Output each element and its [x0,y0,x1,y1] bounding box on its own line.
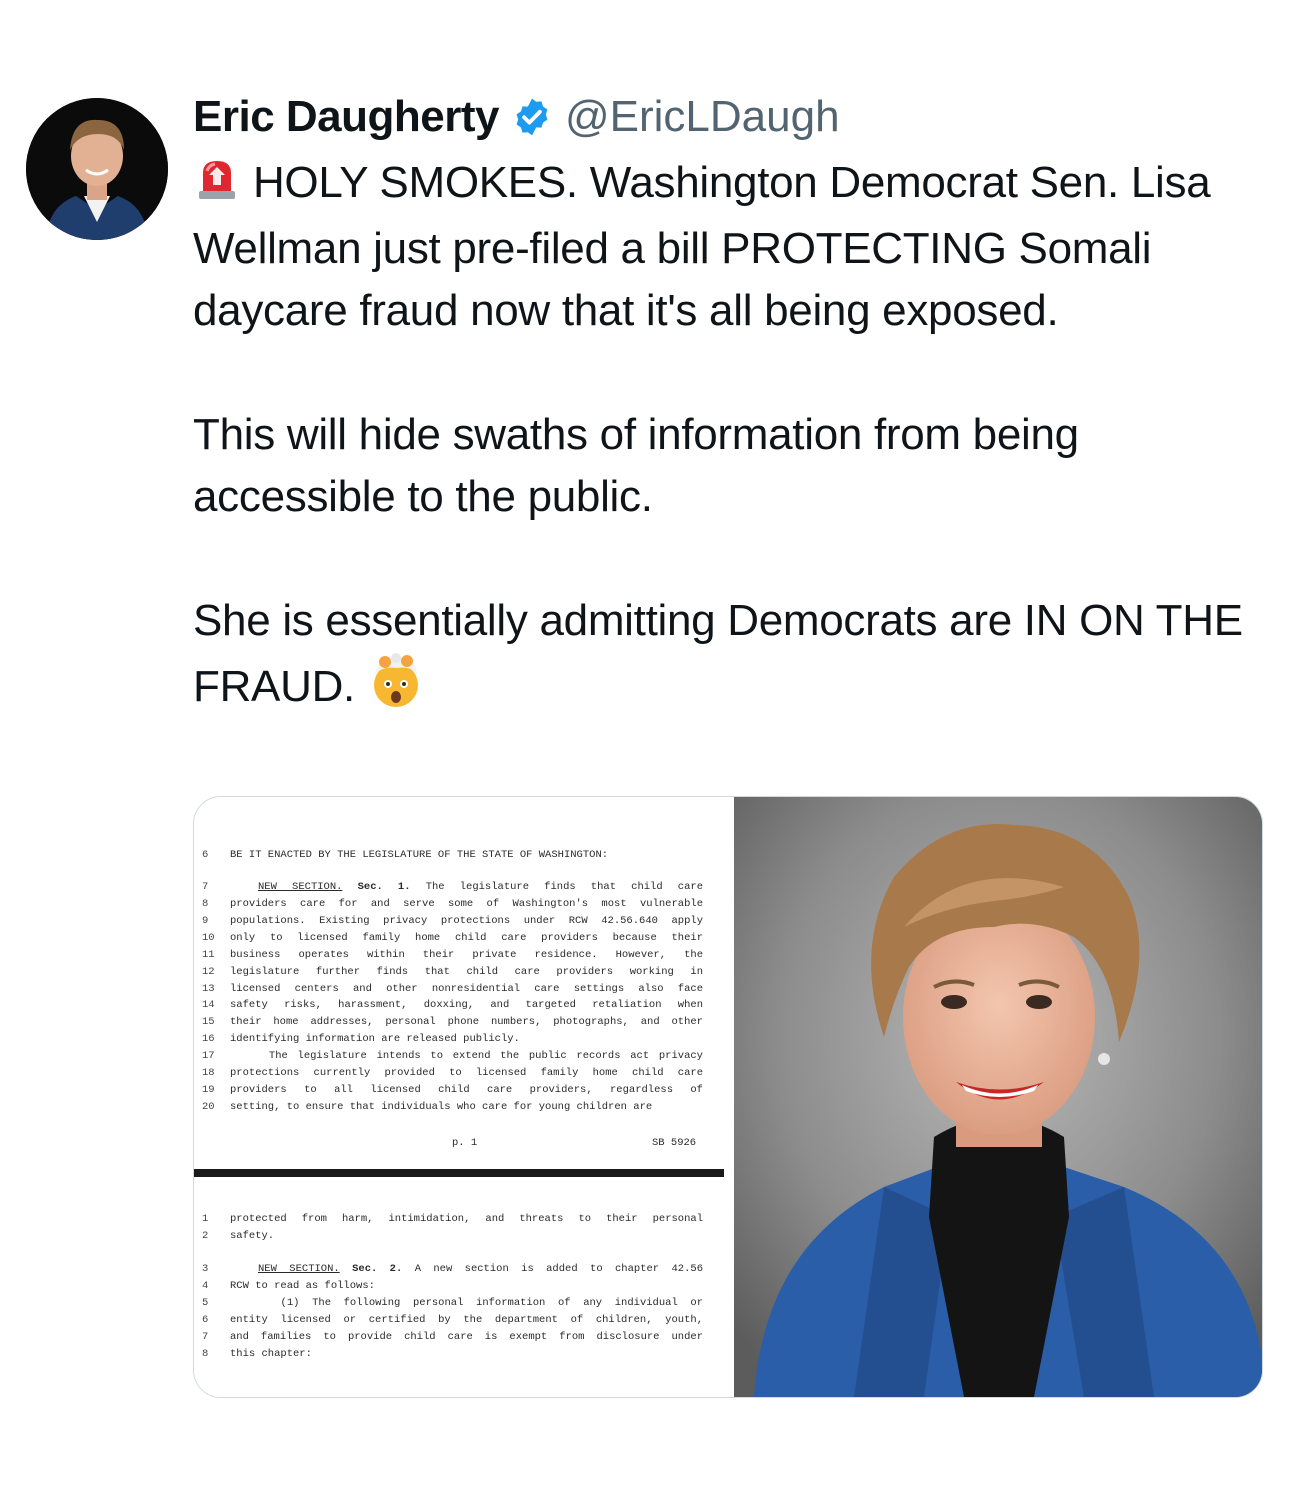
doc-header: BE IT ENACTED BY THE LEGISLATURE OF THE … [230,849,609,861]
line-text: this chapter: [230,1348,312,1360]
section-text: A new section is added to chapter 42.56 [414,1263,703,1275]
line-number: 5 [202,1297,209,1309]
line-number: 3 [202,1263,209,1275]
line-text: licensed centers and other nonresidentia… [230,982,703,995]
bill-label: SB 5926 [652,1137,697,1149]
line-number: 20 [202,1100,215,1113]
line-text: entity licensed or certified by the depa… [230,1314,703,1326]
line-text: only to licensed family home child care … [230,931,703,944]
line-text: RCW to read as follows: [230,1280,375,1292]
line-number: 8 [202,898,209,910]
line-number: 15 [202,1016,215,1029]
line-number: 18 [202,1067,215,1079]
line-text: setting, to ensure that individuals who … [230,1100,653,1113]
tweet-text: HOLY SMOKES. Washington Democrat Sen. Li… [193,152,1258,727]
line-text: protected from harm, intimidation, and t… [230,1213,703,1225]
line-text: safety. [230,1230,275,1242]
doc-section-line: NEW SECTION. Sec. 2. A new section is ad… [230,1263,703,1275]
section-number: Sec. 1. [357,881,411,893]
line-number: 13 [202,982,215,995]
line-text: providers to all licensed child care pro… [230,1083,703,1096]
line-text: identifying information are released pub… [230,1033,520,1046]
bill-document-image: 6 BE IT ENACTED BY THE LEGISLATURE OF TH… [194,797,734,1397]
line-text: The legislature intends to extend the pu… [230,1050,703,1063]
line-number: 7 [202,1331,209,1343]
line-text: populations. Existing privacy protection… [230,914,703,927]
section-label: NEW SECTION. [258,881,343,893]
tweet-header: Eric Daugherty @EricLDaugh [193,92,840,142]
line-number: 6 [202,849,209,861]
line-number: 14 [202,999,215,1012]
doc-section-line: NEW SECTION. Sec. 1. The legislature fin… [230,881,703,893]
line-number: 10 [202,931,215,944]
line-number: 2 [202,1230,209,1242]
line-number: 4 [202,1280,209,1292]
section-number: Sec. 2. [352,1263,403,1275]
line-number: 11 [202,948,215,961]
display-name[interactable]: Eric Daugherty [193,92,499,142]
line-number: 19 [202,1083,215,1096]
tweet-line-1: HOLY SMOKES. Washington Democrat Sen. Li… [193,158,1211,335]
police-light-emoji [193,153,241,218]
line-number: 16 [202,1033,215,1046]
section-label: NEW SECTION. [258,1263,340,1275]
portrait-photo [734,797,1262,1397]
line-text: providers care for and serve some of Was… [230,898,703,910]
line-number: 17 [202,1050,215,1063]
verified-badge-icon[interactable] [511,96,553,138]
tweet-paragraph-2: This will hide swaths of information fro… [193,409,1079,521]
line-text: business operates within their private r… [230,948,703,961]
media-attachment[interactable]: 6 BE IT ENACTED BY THE LEGISLATURE OF TH… [193,796,1263,1398]
handle[interactable]: @EricLDaugh [565,92,840,142]
line-number: 9 [202,914,209,927]
avatar[interactable] [26,98,168,240]
avatar-portrait [26,98,168,240]
line-text: safety risks, harassment, doxxing, and t… [230,999,703,1012]
tweet-line-3: She is essentially admitting Democrats a… [193,595,1243,711]
line-number: 6 [202,1314,209,1326]
line-text: legislature further finds that child car… [230,965,703,978]
line-text: and families to provide child care is ex… [230,1331,703,1343]
tweet-paragraph-1: HOLY SMOKES. Washington Democrat Sen. Li… [193,152,1258,342]
exploding-head-emoji [367,652,425,727]
tweet-paragraph-3: She is essentially admitting Democrats a… [193,590,1258,727]
line-number: 7 [202,881,209,893]
page-label: p. 1 [452,1137,478,1149]
line-number: 8 [202,1348,209,1360]
line-number: 12 [202,965,215,978]
page-divider [194,1169,724,1177]
line-number: 1 [202,1213,209,1225]
line-text: their home addresses, personal phone num… [230,1016,703,1029]
line-text: (1) The following personal information o… [230,1297,703,1309]
section-text: The legislature finds that child care [425,881,703,893]
line-text: protections currently provided to licens… [230,1067,703,1079]
